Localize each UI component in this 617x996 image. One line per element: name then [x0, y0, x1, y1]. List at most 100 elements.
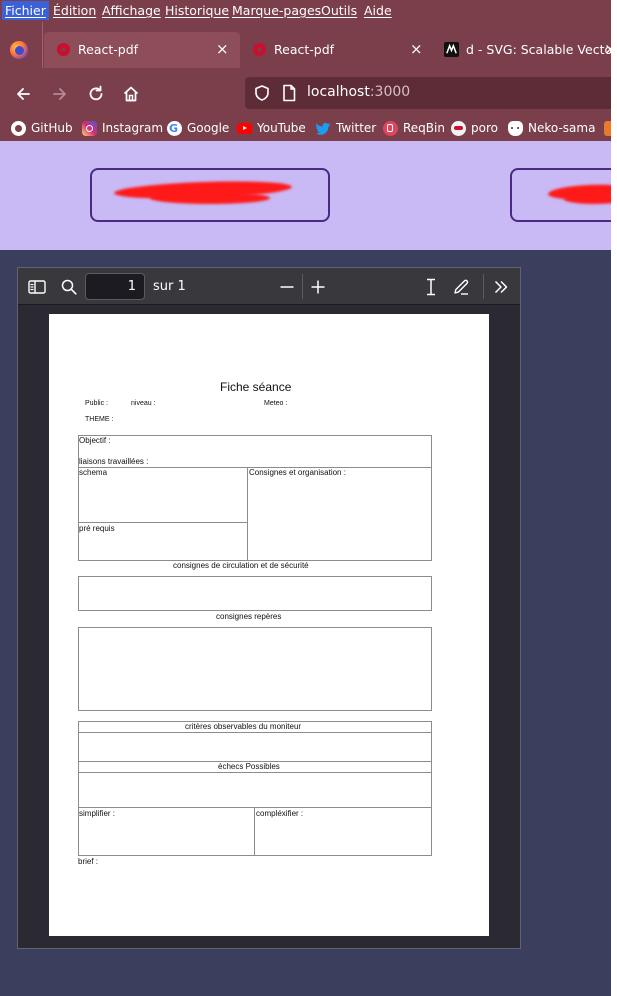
bookmark-label: Instagram: [102, 121, 164, 135]
consignes-organisation-label: Consignes et organisation :: [249, 468, 346, 477]
youtube-icon: [237, 122, 252, 134]
header-button-1[interactable]: [90, 168, 330, 222]
more-tools-button[interactable]: [491, 277, 511, 297]
tab-close-button[interactable]: ×: [216, 40, 229, 58]
reperes-box: [78, 627, 432, 711]
arrow-left-icon: [17, 88, 30, 100]
criteres-heading: critères observables du moniteur: [185, 722, 302, 731]
zoom-out-button[interactable]: [277, 277, 297, 297]
bookmark-poro[interactable]: poro: [451, 119, 498, 137]
pdf-toolbar: 1 sur 1: [18, 268, 520, 305]
navigation-bar: localhost:3000: [0, 75, 615, 113]
tab-close-button[interactable]: ×: [410, 40, 423, 58]
prerequis-label: pré requis: [79, 524, 115, 533]
table-rule: [78, 732, 432, 733]
menu-historique[interactable]: Historique: [165, 3, 229, 18]
toolbar-separator: [483, 274, 484, 299]
pdf-page: Fiche séance Public : niveau : Meteo : T…: [49, 314, 489, 936]
menu-marque-pages[interactable]: Marque-pages: [232, 3, 321, 18]
page-header: [0, 141, 611, 250]
reqbin-icon: [383, 120, 398, 136]
bookmark-label: poro: [471, 121, 498, 135]
bookmark-twitter[interactable]: Twitter: [316, 119, 376, 137]
sidebar-icon: [28, 280, 46, 294]
bookmark-label: YouTube: [257, 121, 306, 135]
redaction-mark: [564, 194, 611, 204]
react-icon: [252, 42, 267, 57]
tab-react-pdf-2[interactable]: React-pdf ×: [240, 32, 436, 68]
objectif-label: Objectif :: [79, 436, 111, 445]
bookmark-label: Neko-sama: [528, 121, 596, 135]
page-count: sur 1: [153, 279, 186, 294]
find-button[interactable]: [59, 277, 79, 297]
double-chevron-right-icon: [494, 280, 508, 294]
consignes-organisation-box: [247, 467, 432, 561]
tab-close-button[interactable]: ×: [604, 40, 611, 58]
bookmark-reqbin[interactable]: ReqBin: [383, 119, 445, 137]
home-button[interactable]: [118, 81, 144, 107]
github-icon: [11, 120, 26, 136]
bookmark-icon: [604, 120, 611, 136]
page-number-input[interactable]: 1: [85, 273, 145, 300]
tab-react-pdf-1[interactable]: React-pdf ×: [44, 32, 240, 68]
circulation-box: [78, 576, 432, 611]
url-bar[interactable]: localhost:3000: [245, 77, 615, 109]
schema-label: schema: [79, 468, 108, 477]
menu-bar: Fichier Édition Affichage Historique Mar…: [0, 0, 611, 22]
tab-label: d - SVG: Scalable Vector G: [466, 42, 611, 57]
menu-aide[interactable]: Aide: [364, 3, 392, 18]
bookmark-overflow[interactable]: [604, 119, 611, 137]
simplifier-label: simplifier :: [79, 809, 116, 818]
page-icon[interactable]: [281, 84, 297, 102]
niveau-label: niveau :: [131, 400, 156, 407]
menu-outils[interactable]: Outils: [321, 3, 357, 18]
mdn-icon: [444, 42, 459, 57]
menu-affichage[interactable]: Affichage: [102, 3, 161, 18]
table-rule: [78, 807, 432, 808]
bookmark-label: GitHub: [31, 121, 73, 135]
pdf-viewer: 1 sur 1 Fiche séance Public: niveau: M…: [17, 267, 521, 949]
window-edge: [611, 0, 617, 996]
liaisons-label: liaisons travaillées :: [79, 457, 149, 466]
poro-icon: [451, 120, 466, 136]
text-cursor-icon: [427, 278, 435, 296]
table-rule: [254, 807, 255, 856]
menu-edition[interactable]: Édition: [53, 3, 96, 18]
react-icon: [56, 42, 71, 57]
bookmark-google[interactable]: G Google: [167, 119, 229, 137]
zoom-in-button[interactable]: [308, 277, 328, 297]
url-text[interactable]: localhost:3000: [307, 84, 410, 100]
arrow-right-icon: [53, 88, 66, 100]
tab-svg-docs[interactable]: d - SVG: Scalable Vector G ×: [432, 32, 611, 68]
url-host: localhost: [307, 84, 370, 100]
bookmark-youtube[interactable]: YouTube: [237, 119, 306, 137]
draw-button[interactable]: [451, 277, 471, 297]
meteo-label: Meteo :: [264, 400, 288, 407]
twitter-icon: [316, 122, 331, 135]
cat-icon: [508, 120, 523, 136]
shield-icon[interactable]: [253, 84, 271, 102]
brief-label: brief :: [78, 857, 99, 866]
menu-fichier[interactable]: Fichier: [2, 1, 49, 20]
echecs-heading: échecs Possibles: [218, 762, 280, 771]
search-icon: [61, 279, 77, 295]
forward-button[interactable]: [47, 81, 73, 107]
firefox-icon[interactable]: [10, 41, 28, 59]
bookmark-github[interactable]: GitHub: [11, 119, 73, 137]
pencil-icon: [454, 279, 469, 295]
tab-separator: [42, 22, 43, 68]
bookmark-instagram[interactable]: Instagram: [82, 119, 163, 137]
back-button[interactable]: [10, 81, 36, 107]
url-port: :3000: [369, 84, 411, 100]
text-select-button[interactable]: [421, 277, 441, 297]
redaction-mark: [150, 192, 270, 204]
bookmark-neko-sama[interactable]: Neko-sama: [508, 119, 595, 137]
sidebar-toggle-button[interactable]: [27, 277, 47, 297]
reload-button[interactable]: [83, 81, 109, 107]
bookmarks-bar: GitHub Instagram G Google YouTube Twitte…: [0, 113, 611, 141]
instagram-icon: [82, 120, 97, 136]
reload-icon: [89, 85, 103, 101]
table-rule: [78, 772, 432, 773]
header-button-2[interactable]: [510, 168, 611, 222]
public-label: Public :: [85, 400, 108, 407]
